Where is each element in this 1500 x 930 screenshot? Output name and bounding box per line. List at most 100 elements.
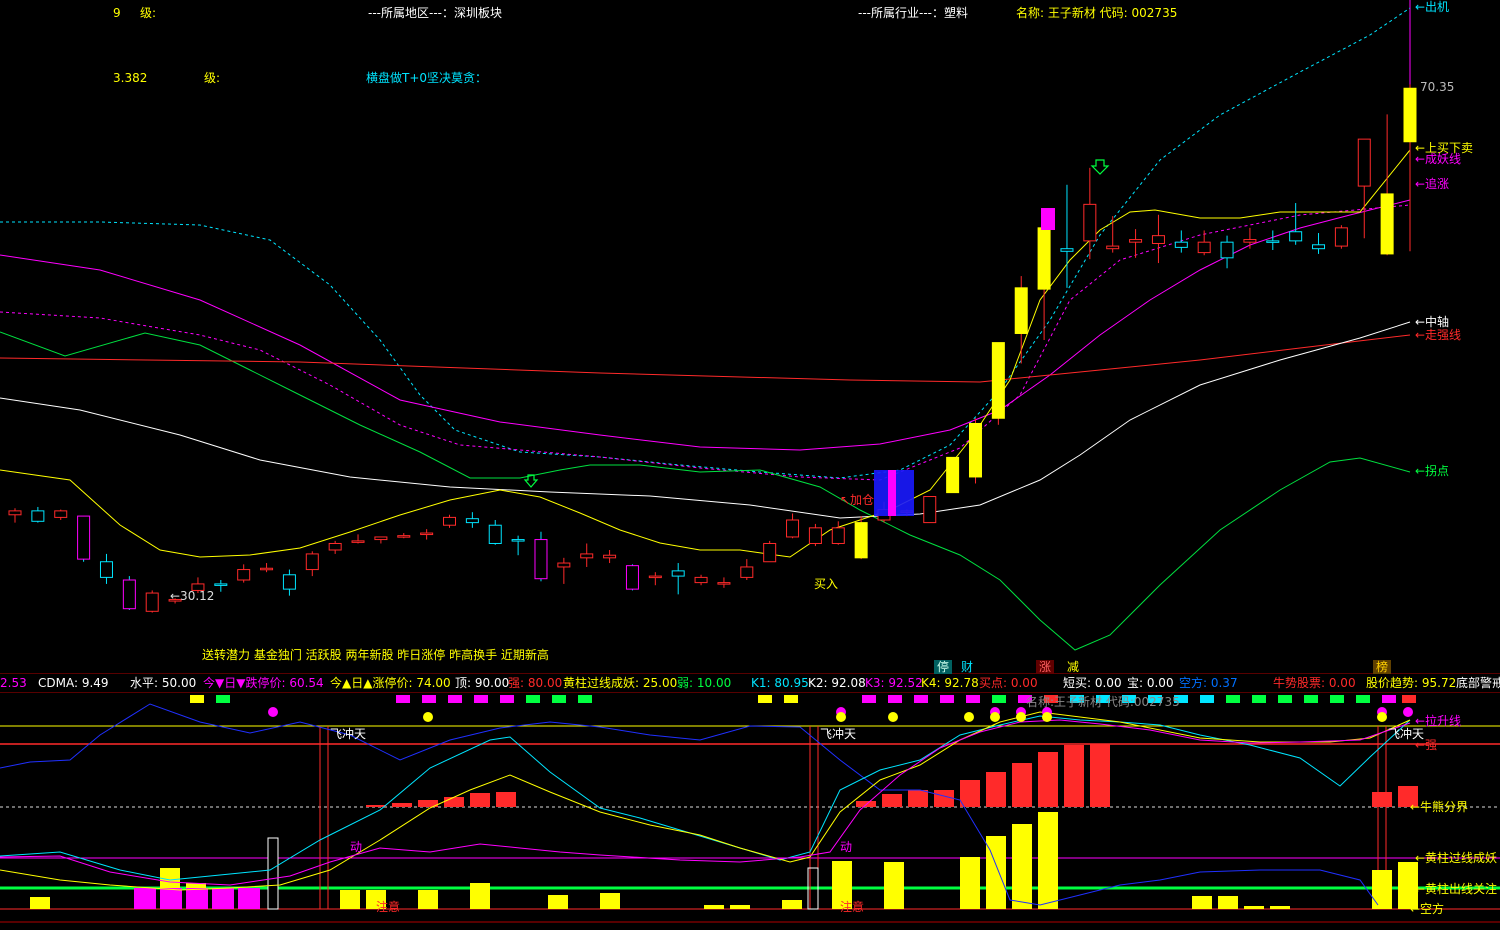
- yellow-bar: [548, 895, 568, 909]
- signal-square: [888, 695, 902, 703]
- red-strength-bar: [392, 803, 412, 807]
- arrow-down-icon: [1090, 159, 1110, 175]
- right-label-demon-line: ←成妖线: [1415, 152, 1462, 166]
- indicator-item: 2.53: [0, 676, 27, 690]
- signal-square: [552, 695, 566, 703]
- candle-body: [1403, 87, 1417, 143]
- indicator-item: K1: 80.95: [751, 676, 809, 690]
- red-strength-bar: [1372, 792, 1392, 807]
- red-strength-bar: [960, 780, 980, 807]
- candle-body: [831, 527, 845, 544]
- candle-body: [214, 583, 228, 586]
- indicator-bar: 2.53 CDMA: 9.49 水平: 50.00 今▼日▼跌停价: 60.54 今▲日…: [0, 674, 1500, 692]
- candle-body: [717, 582, 731, 585]
- fly-label-1: 飞冲天: [330, 727, 367, 741]
- candle-body: [968, 422, 982, 478]
- candle-body: [488, 524, 502, 544]
- right-label-turn: ←拐点: [1415, 464, 1450, 478]
- red-line: [0, 334, 1411, 383]
- low-price-label: ←30.12: [170, 589, 215, 603]
- magenta-candle-marker: [1041, 208, 1055, 230]
- candle-body: [1197, 241, 1211, 254]
- indicator-item: 弱: 10.00: [677, 676, 732, 690]
- indicator-item: 黄柱过线成妖: 25.00: [563, 676, 678, 690]
- candle-body: [1243, 239, 1257, 243]
- candle-body: [740, 566, 754, 578]
- candle-body: [1380, 193, 1394, 255]
- candle-body: [260, 567, 274, 571]
- signal-square: [914, 695, 928, 703]
- indicator-item: 股价趋势: 95.72: [1366, 676, 1457, 690]
- right-label-chase: ←追涨: [1415, 177, 1450, 191]
- candle-body: [305, 553, 319, 571]
- signal-square: [526, 695, 540, 703]
- indicator-item: 今▲日▲涨停价: 74.00: [330, 676, 451, 690]
- candle-body: [1014, 287, 1028, 334]
- indicator-item: 今▼日▼跌停价: 60.54: [203, 676, 324, 690]
- signal-square: [1252, 695, 1266, 703]
- indicator-item: 底部警戒: [1456, 676, 1500, 690]
- candle-body: [648, 575, 662, 579]
- candle-body: [603, 554, 617, 559]
- highlight-block: [888, 470, 896, 516]
- yellow-bar: [1012, 824, 1032, 909]
- candle-body: [1312, 244, 1326, 250]
- tag-rise: 涨: [1036, 660, 1055, 674]
- red-strength-bar: [908, 790, 928, 807]
- candle-body: [671, 570, 685, 577]
- yellow-bar: [470, 883, 490, 909]
- signal-square: [1304, 695, 1318, 703]
- signal-square: [758, 695, 772, 703]
- tag-rank: 榜: [1373, 660, 1392, 674]
- signal-square: [1200, 695, 1214, 703]
- yellow-bar: [1038, 812, 1058, 909]
- signal-square: [578, 695, 592, 703]
- red-strength-bar: [366, 805, 386, 807]
- red-strength-bar: [444, 797, 464, 807]
- yellow-bar: [1270, 906, 1290, 909]
- candle-body: [8, 510, 22, 516]
- red-strength-bar: [1064, 745, 1084, 807]
- signal-square: [474, 695, 488, 703]
- candle-body: [1037, 227, 1051, 290]
- signal-square: [966, 695, 980, 703]
- signal-square: [500, 695, 514, 703]
- yellow-bar: [418, 890, 438, 909]
- indicator-item: 宝: 0.00: [1127, 676, 1174, 690]
- signal-square: [862, 695, 876, 703]
- candle-body: [99, 561, 113, 578]
- candle-body: [557, 562, 571, 568]
- candle-body: [991, 342, 1005, 419]
- candle-body: [465, 518, 479, 524]
- signal-square: [1382, 695, 1396, 703]
- yellow-bar: [1192, 896, 1212, 909]
- signal-square: [1278, 695, 1292, 703]
- chart-canvas: [0, 0, 1500, 923]
- signal-dot: [964, 712, 974, 722]
- indicator-item: 买点: 0.00: [979, 676, 1038, 690]
- buy-signal-label: 买入: [814, 577, 839, 591]
- indicator-item: CDMA: 9.49: [38, 676, 109, 690]
- signal-dot: [1403, 707, 1413, 717]
- magenta-bar: [160, 888, 182, 909]
- red-strength-bar: [1012, 763, 1032, 807]
- candle-body: [1174, 241, 1188, 248]
- white-line: [0, 321, 1411, 519]
- sub-right-short: ←空方: [1410, 902, 1445, 916]
- candle-body: [1083, 203, 1097, 242]
- sub-right-watch: ←黄柱出线关注: [1415, 882, 1498, 896]
- magenta-bar: [134, 888, 156, 909]
- high-price-label: 70.35: [1420, 80, 1455, 94]
- candle-body: [1334, 227, 1348, 247]
- indicator-item: K3: 92.52: [865, 676, 923, 690]
- candle-body: [328, 542, 342, 551]
- candle-body: [77, 515, 91, 560]
- indicator-item: 顶: 90.00: [455, 676, 510, 690]
- sub-right-pull: ←拉升线: [1415, 714, 1462, 728]
- candle-body: [808, 527, 822, 544]
- candle-body: [786, 519, 800, 538]
- candle-body: [145, 592, 159, 612]
- signal-square: [216, 695, 230, 703]
- magenta-bar: [186, 888, 208, 909]
- red-strength-bar: [934, 790, 954, 807]
